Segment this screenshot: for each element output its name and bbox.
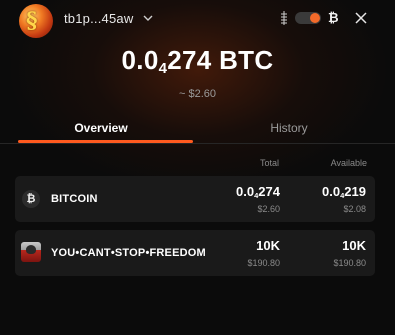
bitcoin-network-icon[interactable]: ₿ — [328, 10, 340, 26]
asset-total-usd: $2.60 — [257, 204, 280, 214]
asset-row-bitcoin[interactable]: ₿ BITCOIN 0.04274 $2.60 0.04219 $2.08 — [15, 176, 375, 222]
wallet-panel: § tb1p...45aw ₿ 0.04274 BTC ~ $2.60 Over… — [0, 0, 395, 335]
close-icon[interactable] — [355, 12, 367, 24]
sort-icon[interactable] — [279, 11, 289, 25]
asset-name: BITCOIN — [51, 193, 98, 205]
asset-total-balance: 10K — [256, 238, 280, 253]
balance-usd: ~ $2.60 — [178, 88, 216, 100]
token-face-shape — [26, 245, 36, 254]
asset-available-balance: 0.04219 — [322, 184, 366, 200]
balance-unit: BTC — [219, 45, 274, 75]
column-header-available: Available — [330, 158, 367, 168]
balance-digits: 274 — [167, 45, 212, 75]
tab-overview[interactable]: Overview — [26, 121, 176, 135]
network-toggle[interactable] — [295, 12, 321, 24]
tab-divider — [0, 143, 395, 144]
account-avatar[interactable]: § — [19, 4, 53, 38]
account-address[interactable]: tb1p...45aw — [64, 11, 133, 26]
total-balance: 0.04274 BTC — [0, 45, 395, 77]
bitcoin-icon: ₿ — [22, 190, 40, 208]
asset-total-balance: 0.04274 — [236, 184, 280, 200]
toggle-knob — [310, 13, 320, 23]
asset-available-usd: $190.80 — [333, 258, 366, 268]
avatar-logo-icon: § — [26, 8, 38, 34]
balance-zero-count: 4 — [158, 59, 168, 77]
rune-token-image — [21, 242, 41, 262]
tab-history[interactable]: History — [214, 121, 364, 135]
chevron-down-icon[interactable] — [143, 13, 153, 23]
balance-prefix: 0.0 — [121, 45, 159, 75]
asset-row-rune[interactable]: YOU•CANT•STOP•FREEDOM 10K $190.80 10K $1… — [15, 230, 375, 276]
asset-name: YOU•CANT•STOP•FREEDOM — [51, 247, 206, 259]
column-header-total: Total — [259, 158, 279, 168]
asset-total-usd: $190.80 — [247, 258, 280, 268]
asset-available-balance: 10K — [342, 238, 366, 253]
asset-available-usd: $2.08 — [343, 204, 366, 214]
